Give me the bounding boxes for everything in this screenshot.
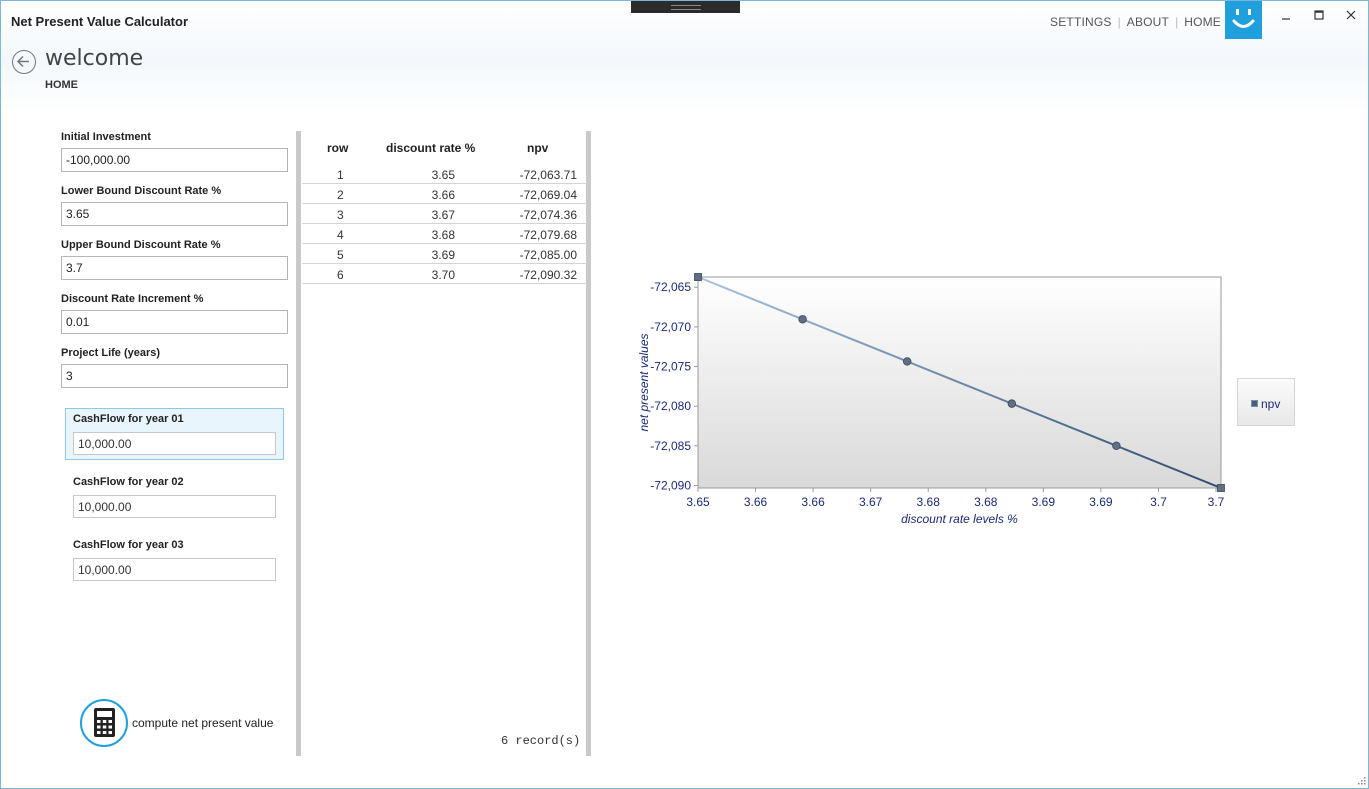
column-header-npv[interactable]: npv (527, 141, 548, 155)
table-row[interactable]: 5 3.69 -72,085.00 (302, 244, 586, 264)
data-point-marker (1112, 441, 1121, 451)
cashflow-year-03-input[interactable] (73, 558, 276, 581)
nav-settings-link[interactable]: SETTINGS (1050, 15, 1112, 29)
record-count: 6 record(s) (501, 734, 581, 748)
y-tick-label: -72,075 (650, 360, 691, 374)
upper-bound-label: Upper Bound Discount Rate % (61, 239, 221, 251)
top-navigation: SETTINGS | ABOUT | HOME (1050, 15, 1221, 29)
upper-bound-input[interactable] (61, 256, 288, 280)
project-life-input[interactable] (61, 364, 288, 388)
x-tick-label: 3.66 (744, 495, 768, 509)
lower-bound-input[interactable] (61, 202, 288, 226)
compute-button-label[interactable]: compute net present value (132, 716, 273, 730)
y-tick-label: -72,090 (650, 478, 691, 492)
y-tick-label: -72,065 (650, 280, 691, 294)
cell-npv: -72,063.71 (519, 168, 577, 182)
x-tick-label: 3.68 (917, 495, 941, 509)
y-tick-label: -72,080 (650, 399, 691, 413)
x-tick-label: 3.69 (1032, 495, 1056, 509)
cell-row: 2 (337, 188, 344, 202)
data-point-marker (1007, 399, 1016, 408)
cell-row: 1 (337, 168, 344, 182)
x-tick-label: 3.65 (686, 495, 710, 509)
nav-separator: | (1175, 15, 1179, 29)
cell-rate: 3.67 (431, 208, 455, 222)
legend-label: npv (1261, 397, 1281, 411)
table-row[interactable]: 6 3.70 -72,090.32 (302, 264, 586, 284)
x-tick-label: 3.7 (1150, 495, 1167, 509)
cashflow-year-01-label: CashFlow for year 01 (73, 413, 184, 425)
drag-handle[interactable] (631, 1, 740, 13)
x-tick-label: 3.66 (801, 495, 825, 509)
page-title: welcome (45, 46, 144, 71)
x-tick-label: 3.7 (1208, 495, 1225, 509)
cell-npv: -72,090.32 (519, 268, 577, 282)
resize-grip-icon[interactable] (1353, 774, 1367, 788)
close-icon[interactable] (1341, 7, 1361, 25)
table-row[interactable]: 4 3.68 -72,079.68 (302, 224, 586, 244)
cashflow-year-02-input[interactable] (73, 495, 276, 518)
y-axis-label: net present values (637, 333, 651, 431)
x-tick-label: 3.69 (1089, 495, 1113, 509)
data-point-marker (1217, 484, 1225, 492)
cell-row: 4 (337, 228, 344, 242)
app-title: Net Present Value Calculator (11, 14, 189, 29)
right-splitter[interactable] (586, 131, 591, 756)
cell-rate: 3.65 (431, 168, 455, 182)
legend-swatch (1251, 400, 1258, 407)
nav-home-link[interactable]: HOME (1184, 15, 1221, 29)
cell-rate: 3.70 (431, 268, 455, 282)
app-window: Net Present Value Calculator SETTINGS | … (0, 0, 1369, 789)
cell-row: 5 (337, 248, 344, 262)
project-life-label: Project Life (years) (61, 347, 161, 359)
column-header-row[interactable]: row (327, 141, 348, 155)
data-point-marker (903, 357, 912, 366)
increment-label: Discount Rate Increment % (61, 293, 204, 305)
nav-about-link[interactable]: ABOUT (1127, 15, 1169, 29)
table-row[interactable]: 2 3.66 -72,069.04 (302, 184, 586, 204)
cell-row: 3 (337, 208, 344, 222)
x-tick-label: 3.67 (859, 495, 883, 509)
npv-line-chart: -72,065 -72,070 -72,075 -72,080 -72,085 -72,0… (637, 273, 1225, 526)
minimize-icon[interactable] (1276, 7, 1296, 25)
cashflow-year-02-label: CashFlow for year 02 (73, 476, 184, 488)
cell-rate: 3.66 (431, 188, 455, 202)
compute-button[interactable] (80, 699, 128, 747)
data-point-marker (694, 273, 702, 281)
lower-bound-label: Lower Bound Discount Rate % (61, 185, 222, 197)
cell-rate: 3.69 (431, 248, 455, 262)
calculator-icon (94, 708, 115, 737)
table-row[interactable]: 1 3.65 -72,063.71 (302, 164, 586, 184)
smiley-logo-icon (1225, 1, 1262, 39)
cell-npv: -72,069.04 (519, 188, 577, 202)
chart-legend: npv (1237, 378, 1295, 426)
data-point-marker (798, 315, 807, 324)
cell-npv: -72,079.68 (519, 228, 577, 242)
x-axis-label: discount rate levels % (901, 512, 1018, 526)
breadcrumb: HOME (45, 79, 78, 91)
y-tick-label: -72,085 (650, 439, 691, 453)
cell-npv: -72,074.36 (519, 208, 577, 222)
initial-investment-label: Initial Investment (61, 131, 151, 143)
increment-input[interactable] (61, 310, 288, 334)
left-splitter[interactable] (296, 131, 301, 756)
back-arrow-icon[interactable] (12, 50, 36, 74)
cell-npv: -72,085.00 (519, 248, 577, 262)
cell-row: 6 (337, 268, 344, 282)
maximize-icon[interactable] (1309, 7, 1329, 25)
cashflow-year-03-label: CashFlow for year 03 (73, 539, 184, 551)
cashflow-year-01-input[interactable] (73, 432, 276, 455)
cell-rate: 3.68 (431, 228, 455, 242)
initial-investment-input[interactable] (61, 148, 288, 172)
table-row[interactable]: 3 3.67 -72,074.36 (302, 204, 586, 224)
x-tick-label: 3.68 (974, 495, 998, 509)
y-tick-label: -72,070 (650, 320, 691, 334)
nav-separator: | (1117, 15, 1121, 29)
column-header-discount-rate[interactable]: discount rate % (386, 141, 475, 155)
